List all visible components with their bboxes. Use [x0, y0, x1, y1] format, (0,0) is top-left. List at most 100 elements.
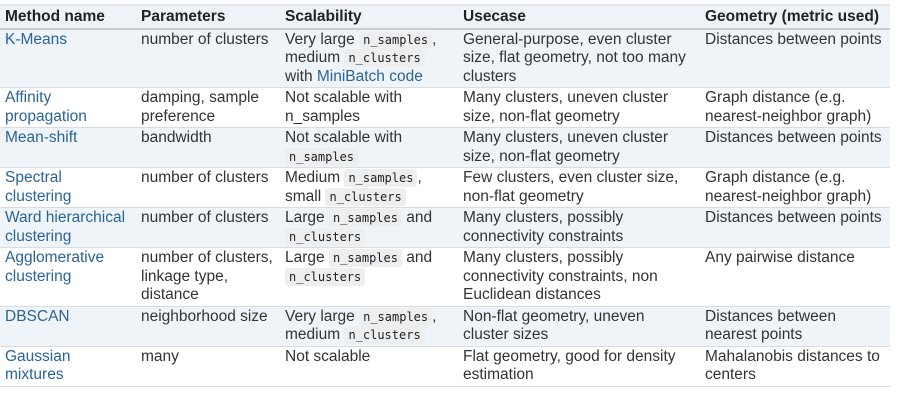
usecase-cell: Few clusters, even cluster size, non-fla…	[458, 168, 700, 208]
usecase-cell: Many clusters, uneven cluster size, non-…	[458, 128, 700, 168]
code-literal: n_clusters	[344, 326, 425, 344]
geometry-cell: Any pairwise distance	[700, 248, 890, 307]
table-row: Affinity propagation damping, sample pref…	[0, 87, 890, 128]
code-literal: n_clusters	[344, 49, 425, 67]
usecase-cell-text: Many clusters, uneven cluster size, non-…	[463, 129, 669, 165]
table-row: Agglomerative clustering number of cluste…	[0, 247, 890, 307]
parameters-cell: bandwidth	[136, 128, 280, 168]
method-name-cell-link[interactable]: Agglomerative clustering	[5, 249, 104, 285]
scalability-cell: Medium n_samples, small n_clusters	[280, 168, 458, 208]
code-literal: n_samples	[328, 209, 402, 227]
geometry-cell: Graph distance (e.g. nearest-neighbor gr…	[700, 88, 890, 128]
scalability-cell: Large n_samples and n_clusters	[280, 248, 458, 307]
geometry-cell-text: Distances between nearest points	[705, 307, 836, 344]
method-name-cell: DBSCAN	[0, 306, 136, 346]
usecase-cell-text: Many clusters, possibly connectivity con…	[463, 209, 624, 245]
usecase-cell-text: Flat geometry, good for density estimati…	[463, 347, 676, 384]
geometry-cell-text: Distances between points	[705, 30, 882, 48]
geometry-cell: Mahalanobis distances to centers	[700, 346, 890, 386]
parameters-cell: number of clusters	[136, 29, 280, 88]
header-method-name: Method name	[0, 5, 136, 30]
method-name-cell: Ward hierarchical clustering	[0, 208, 136, 248]
geometry-cell: Distances between points	[700, 128, 890, 168]
parameters-cell-text: number of clusters	[141, 30, 269, 48]
usecase-cell: Flat geometry, good for density estimati…	[458, 346, 700, 386]
parameters-cell-text: number of clusters, linkage type, distan…	[141, 249, 273, 303]
scalability-cell: Large n_samples and n_clusters	[280, 208, 458, 248]
parameters-cell-text: damping, sample preference	[141, 89, 260, 125]
scalability-text: Medium	[285, 169, 345, 186]
usecase-cell-text: Many clusters, possibly connectivity con…	[463, 249, 658, 303]
method-name-cell-link[interactable]: Gaussian mixtures	[5, 348, 70, 384]
header-scalability: Scalability	[280, 5, 458, 30]
scalability-cell: Not scalable with n_samples	[280, 88, 458, 128]
method-name-cell-link[interactable]: Spectral clustering	[5, 169, 71, 205]
usecase-cell: Non-flat geometry, uneven cluster sizes	[458, 306, 700, 346]
geometry-cell-text: Mahalanobis distances to centers	[705, 347, 880, 384]
header-usecase: Usecase	[458, 5, 700, 30]
header-row: Method name Parameters Scalability Useca…	[0, 5, 890, 30]
usecase-cell: Many clusters, possibly connectivity con…	[458, 248, 700, 307]
scalability-cell: Not scalable	[280, 346, 458, 386]
scalability-text: with	[285, 67, 317, 85]
parameters-cell: damping, sample preference	[136, 88, 280, 128]
geometry-cell-text: Any pairwise distance	[705, 249, 855, 266]
geometry-cell-text: Graph distance (e.g. nearest-neighbor gr…	[705, 169, 872, 205]
usecase-cell-text: General-purpose, even cluster size, flat…	[463, 30, 686, 85]
scalability-text: Not scalable	[285, 347, 371, 365]
header-geometry: Geometry (metric used)	[700, 5, 890, 30]
method-name-cell: Agglomerative clustering	[0, 248, 136, 307]
scalability-text: Large	[285, 249, 329, 266]
code-literal: n_clusters	[285, 227, 366, 246]
code-literal: n_clusters	[325, 187, 406, 206]
usecase-cell: Many clusters, possibly connectivity con…	[458, 208, 700, 248]
method-name-cell-link[interactable]: Mean-shift	[5, 129, 77, 146]
parameters-cell-text: number of clusters	[141, 169, 269, 186]
code-literal: n_samples	[344, 169, 418, 187]
geometry-cell: Distances between points	[700, 208, 890, 248]
code-literal: n_samples	[285, 147, 359, 166]
parameters-cell: number of clusters	[136, 208, 280, 248]
parameters-cell: number of clusters, linkage type, distan…	[136, 248, 280, 307]
scalability-text: Not scalable with n_samples	[285, 89, 403, 125]
table-row: Gaussian mixtures many Not scalable Flat ge…	[0, 346, 890, 386]
code-literal: n_samples	[328, 249, 402, 267]
usecase-cell-text: Few clusters, even cluster size, non-fla…	[463, 169, 679, 205]
scalability-text: and	[401, 249, 433, 266]
header-parameters: Parameters	[136, 5, 280, 30]
usecase-cell-text: Many clusters, uneven cluster size, non-…	[463, 89, 669, 125]
geometry-cell-text: Graph distance (e.g. nearest-neighbor gr…	[705, 89, 872, 125]
code-literal: n_samples	[359, 307, 433, 326]
method-name-cell: K-Means	[0, 29, 136, 88]
code-literal: n_clusters	[285, 267, 366, 286]
method-name-cell-link[interactable]: Ward hierarchical clustering	[5, 209, 125, 245]
method-name-cell: Spectral clustering	[0, 168, 136, 208]
usecase-cell-text: Non-flat geometry, uneven cluster sizes	[463, 307, 645, 344]
method-name-cell-link[interactable]: Affinity propagation	[5, 89, 87, 125]
table-header: Method name Parameters Scalability Useca…	[0, 5, 890, 30]
scalability-text: and	[401, 209, 433, 226]
scalability-text: Large	[285, 209, 329, 226]
scalability-cell: Not scalable with n_samples	[280, 128, 458, 168]
method-name-cell-link[interactable]: DBSCAN	[5, 308, 70, 325]
parameters-cell: many	[136, 346, 280, 386]
parameters-cell-text: number of clusters	[141, 209, 269, 226]
table-body: K-Means number of clusters Very large n_sa…	[0, 28, 890, 386]
geometry-cell: Distances between points	[700, 29, 890, 88]
geometry-cell: Distances between nearest points	[700, 306, 890, 346]
table-row: DBSCAN neighborhood size Very large n_samp…	[0, 306, 890, 346]
minibatch-link[interactable]: MiniBatch code	[317, 68, 423, 85]
usecase-cell: Many clusters, uneven cluster size, non-…	[458, 88, 700, 128]
method-name-cell-link[interactable]: K-Means	[5, 31, 67, 48]
method-name-cell: Gaussian mixtures	[0, 346, 136, 386]
geometry-cell: Graph distance (e.g. nearest-neighbor gr…	[700, 168, 890, 208]
table-row: Mean-shift bandwidth Not scalable with n_s…	[0, 127, 890, 168]
method-name-cell: Mean-shift	[0, 128, 136, 168]
code-literal: n_samples	[359, 30, 433, 49]
table-row: Ward hierarchical clustering number of cl…	[0, 207, 890, 248]
parameters-cell-text: bandwidth	[141, 129, 212, 146]
table-row: K-Means number of clusters Very large n_sa…	[0, 28, 890, 88]
parameters-cell: neighborhood size	[136, 306, 280, 346]
usecase-cell: General-purpose, even cluster size, flat…	[458, 29, 700, 88]
method-name-cell: Affinity propagation	[0, 88, 136, 128]
